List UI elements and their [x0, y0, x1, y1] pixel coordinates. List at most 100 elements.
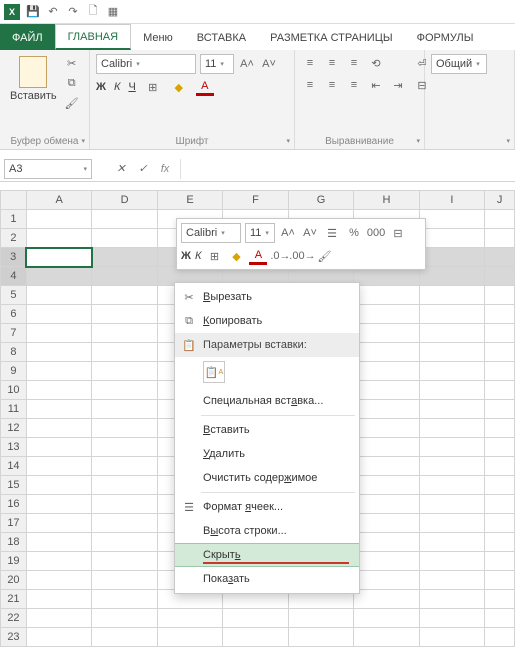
mini-increase-decimal-icon[interactable]: .0→	[271, 247, 289, 265]
menu-format-cells[interactable]: ☰ Формат ячеек...	[175, 495, 359, 519]
col-header[interactable]: I	[419, 191, 484, 210]
app-icon: X	[4, 4, 20, 20]
col-header[interactable]: F	[223, 191, 288, 210]
underline-button[interactable]: Ч	[128, 81, 135, 93]
tab-pagelayout[interactable]: РАЗМЕТКА СТРАНИЦЫ	[258, 24, 404, 50]
mini-merge-icon[interactable]: ⊟	[389, 224, 407, 242]
number-format-combo[interactable]: Общий	[431, 54, 487, 74]
col-header[interactable]: D	[92, 191, 157, 210]
format-painter-icon[interactable]: 🖌	[63, 94, 81, 112]
menu-cut[interactable]: ✂ Вырезать	[175, 285, 359, 309]
row-header[interactable]: 6	[1, 305, 27, 324]
row-header[interactable]: 17	[1, 514, 27, 533]
mini-size-combo[interactable]: 11	[245, 223, 275, 243]
tab-file[interactable]: ФАЙЛ	[0, 24, 55, 50]
font-size-combo[interactable]: 11	[200, 54, 234, 74]
row-header[interactable]: 11	[1, 400, 27, 419]
align-left-icon[interactable]: ≡	[301, 76, 319, 94]
mini-increase-font-icon[interactable]: A˄	[279, 224, 297, 242]
mini-borders-icon[interactable]: ⊞	[205, 247, 223, 265]
bold-button[interactable]: Ж	[96, 81, 106, 93]
col-header[interactable]: A	[26, 191, 91, 210]
tab-insert[interactable]: ВСТАВКА	[185, 24, 258, 50]
increase-indent-icon[interactable]: ⇥	[389, 76, 407, 94]
row-header[interactable]: 3	[1, 248, 27, 267]
cancel-icon[interactable]: ✕	[110, 158, 132, 180]
row-header[interactable]: 2	[1, 229, 27, 248]
row-header[interactable]: 5	[1, 286, 27, 305]
mini-font-combo[interactable]: Calibri	[181, 223, 241, 243]
row-header[interactable]: 8	[1, 343, 27, 362]
row-header[interactable]: 19	[1, 552, 27, 571]
enter-icon[interactable]: ✓	[132, 158, 154, 180]
row-header[interactable]: 9	[1, 362, 27, 381]
col-header[interactable]: G	[288, 191, 353, 210]
mini-font-color-icon[interactable]: A	[249, 247, 267, 265]
mini-format-painter-icon[interactable]: 🖌	[315, 247, 333, 265]
menu-delete[interactable]: Удалить	[175, 442, 359, 466]
mini-fill-icon[interactable]: ◆	[227, 247, 245, 265]
row-header[interactable]: 4	[1, 267, 27, 286]
copy-icon[interactable]: ⧉	[63, 74, 81, 92]
mini-accounting-icon[interactable]: ☰	[323, 224, 341, 242]
mini-percent-icon[interactable]: %	[345, 224, 363, 242]
select-all-corner[interactable]	[1, 191, 27, 210]
cut-icon[interactable]: ✂	[63, 54, 81, 72]
menu-insert[interactable]: Вставить	[175, 418, 359, 442]
undo-icon[interactable]: ↶	[46, 5, 60, 19]
name-box[interactable]: A3	[4, 159, 92, 179]
redo-icon[interactable]: ↷	[66, 5, 80, 19]
align-right-icon[interactable]: ≡	[345, 76, 363, 94]
mini-thousands-icon[interactable]: 000	[367, 224, 385, 242]
row-header[interactable]: 20	[1, 571, 27, 590]
font-color-icon[interactable]: A	[196, 78, 214, 96]
row-header[interactable]: 21	[1, 590, 27, 609]
paste-default-icon[interactable]: 📋A	[203, 361, 225, 383]
italic-button[interactable]: К	[114, 81, 120, 93]
col-header[interactable]: E	[157, 191, 222, 210]
menu-unhide[interactable]: Показать	[175, 567, 359, 591]
mini-decrease-decimal-icon[interactable]: .00→	[293, 247, 311, 265]
orientation-icon[interactable]: ⟲	[367, 54, 385, 72]
borders-icon[interactable]: ⊞	[144, 78, 162, 96]
row-header[interactable]: 14	[1, 457, 27, 476]
align-center-icon[interactable]: ≡	[323, 76, 341, 94]
row-header[interactable]: 23	[1, 628, 27, 647]
fill-color-icon[interactable]: ◆	[170, 78, 188, 96]
font-name-combo[interactable]: Calibri	[96, 54, 196, 74]
row-header[interactable]: 13	[1, 438, 27, 457]
menu-hide[interactable]: Скрыть	[175, 543, 359, 567]
mini-bold-button[interactable]: Ж	[181, 250, 191, 262]
menu-copy[interactable]: ⧉ Копировать	[175, 309, 359, 333]
menu-clear[interactable]: Очистить содержимое	[175, 466, 359, 490]
save-icon[interactable]: 💾	[26, 5, 40, 19]
row-header[interactable]: 15	[1, 476, 27, 495]
row-header[interactable]: 10	[1, 381, 27, 400]
fx-icon[interactable]: fx	[154, 158, 176, 180]
row-header[interactable]: 1	[1, 210, 27, 229]
mini-italic-button[interactable]: К	[195, 250, 201, 262]
menu-row-height[interactable]: Высота строки...	[175, 519, 359, 543]
col-header[interactable]: J	[485, 191, 515, 210]
formula-input[interactable]	[180, 159, 515, 179]
mini-decrease-font-icon[interactable]: A˅	[301, 224, 319, 242]
decrease-font-icon[interactable]: A˅	[260, 55, 278, 73]
col-header[interactable]: H	[354, 191, 419, 210]
paste-button[interactable]: Вставить	[6, 54, 61, 104]
row-header[interactable]: 22	[1, 609, 27, 628]
tab-home[interactable]: ГЛАВНАЯ	[55, 24, 131, 50]
align-bottom-icon[interactable]: ≡	[345, 54, 363, 72]
increase-font-icon[interactable]: A˄	[238, 55, 256, 73]
row-header[interactable]: 12	[1, 419, 27, 438]
row-header[interactable]: 18	[1, 533, 27, 552]
tab-menu[interactable]: Меню	[131, 24, 185, 50]
tab-formulas[interactable]: ФОРМУЛЫ	[405, 24, 486, 50]
menu-paste-special[interactable]: Специальная вставка...	[175, 389, 359, 413]
decrease-indent-icon[interactable]: ⇤	[367, 76, 385, 94]
table-icon[interactable]: ▦	[106, 5, 120, 19]
new-icon[interactable]: 🗋	[86, 5, 100, 19]
row-header[interactable]: 7	[1, 324, 27, 343]
align-middle-icon[interactable]: ≡	[323, 54, 341, 72]
align-top-icon[interactable]: ≡	[301, 54, 319, 72]
row-header[interactable]: 16	[1, 495, 27, 514]
